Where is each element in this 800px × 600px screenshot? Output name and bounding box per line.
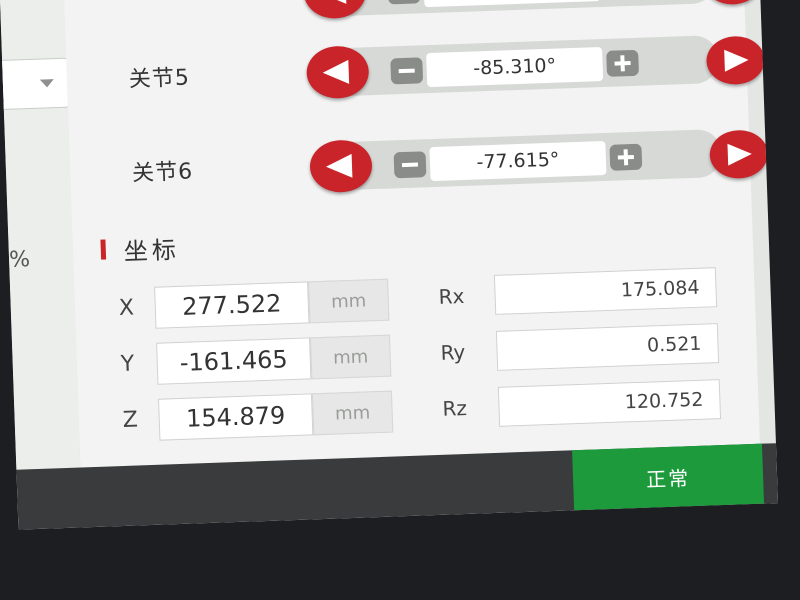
- rotation-value-field[interactable]: 175.084: [493, 267, 718, 315]
- joint-row-6: 关节6 -77.615°: [69, 114, 769, 208]
- joint-increase-button[interactable]: [702, 0, 763, 6]
- joint-decrease-button[interactable]: [303, 0, 367, 20]
- status-badge: 正常: [572, 443, 765, 511]
- joint-row-5: 关节5 -85.310°: [66, 20, 766, 114]
- joint-increase-button[interactable]: [705, 35, 766, 86]
- section-title-text: 坐标: [123, 235, 181, 266]
- rotation-value-field[interactable]: 0.521: [495, 323, 720, 371]
- arrow-right-icon: [727, 142, 753, 166]
- arrow-right-icon: [724, 48, 749, 72]
- joint-value[interactable]: -77.615°: [429, 140, 607, 182]
- arrow-left-icon: [325, 153, 353, 179]
- minus-button[interactable]: [390, 57, 424, 85]
- rotation-axis-label: Rz: [442, 395, 468, 421]
- section-marker: [100, 239, 107, 260]
- rotation-axis-label: Ry: [440, 339, 466, 365]
- robot-control-screen: % 关节5 -85.310° 关节6 -77.615° 坐标 X 277.522…: [0, 0, 779, 530]
- unit-label: mm: [309, 334, 392, 380]
- axis-label: X: [118, 295, 135, 322]
- joint-label: 关节6: [131, 159, 194, 187]
- rotation-value-field[interactable]: 120.752: [497, 379, 722, 427]
- axis-label: Y: [120, 351, 135, 377]
- unit-label: mm: [311, 390, 394, 436]
- minus-icon: [398, 68, 415, 74]
- plus-button[interactable]: [609, 143, 643, 171]
- joint-increase-button[interactable]: [709, 129, 769, 180]
- chevron-down-icon: [39, 79, 55, 88]
- coordinates-section-title: 坐标: [100, 230, 180, 267]
- minus-button[interactable]: [393, 151, 427, 179]
- plus-button[interactable]: [606, 49, 640, 77]
- coord-value-field[interactable]: -161.465: [156, 337, 312, 385]
- arrow-left-icon: [319, 0, 347, 5]
- left-dropdown[interactable]: [0, 57, 70, 111]
- joint-label: 关节5: [128, 65, 191, 93]
- percent-label: %: [8, 247, 31, 273]
- arrow-left-icon: [322, 59, 350, 85]
- unit-label: mm: [308, 278, 390, 324]
- main-panel: 关节5 -85.310° 关节6 -77.615° 坐标 X 277.522 m…: [63, 0, 769, 468]
- minus-icon: [401, 162, 419, 168]
- joint-value[interactable]: -85.310°: [426, 47, 604, 88]
- rotation-axis-label: Rx: [438, 283, 465, 309]
- axis-label: Z: [122, 407, 139, 433]
- coord-value-field[interactable]: 154.879: [158, 393, 314, 441]
- coord-value-field[interactable]: 277.522: [154, 281, 310, 329]
